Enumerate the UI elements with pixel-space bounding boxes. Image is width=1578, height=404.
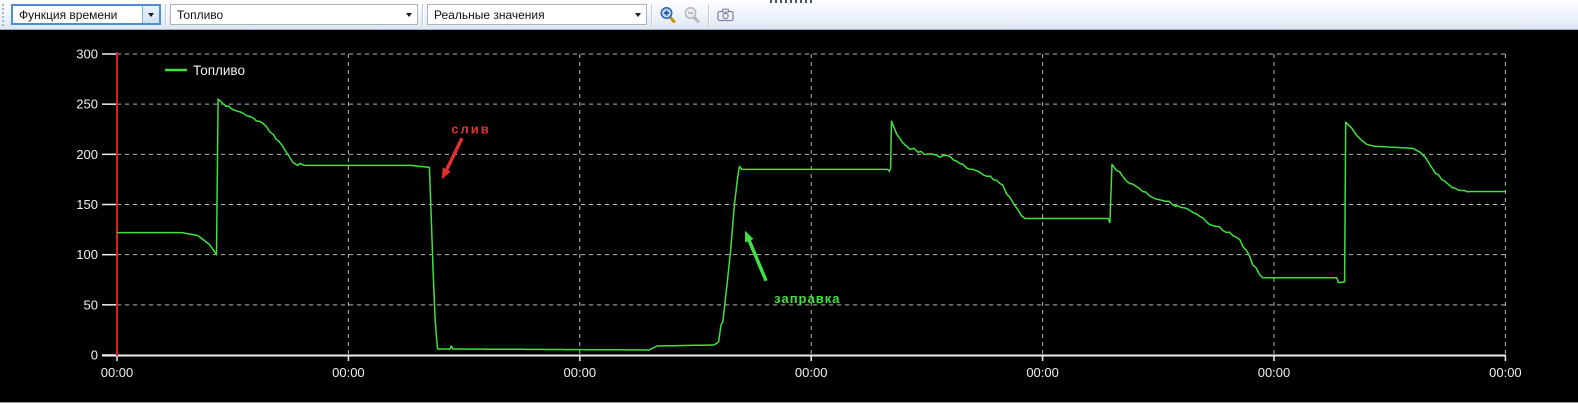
- annotation-refuel: заправка: [745, 231, 840, 306]
- toolbar-separator: [708, 4, 709, 26]
- splitter-dots-grip[interactable]: [770, 0, 814, 3]
- chevron-down-icon[interactable]: [142, 6, 159, 23]
- y-tick-label: 150: [76, 197, 98, 212]
- x-tick-label: 00:00: [101, 365, 134, 380]
- time-function-combobox[interactable]: Функция времени: [11, 4, 161, 25]
- y-tick-label: 50: [84, 297, 98, 312]
- zoom-in-button[interactable]: [656, 3, 680, 27]
- x-tick-label: 00:00: [1489, 365, 1522, 380]
- y-tick-label: 200: [76, 147, 98, 162]
- y-tick-label: 250: [76, 97, 98, 112]
- chart-canvas[interactable]: 0 50 100 150 200 250 300 00:00 00:00 00:00 00:00 00…: [0, 30, 1578, 402]
- chart-axes: 0 50 100 150 200 250 300 00:00 00:00 00:00 00:00 00…: [76, 47, 1521, 381]
- values-mode-combobox-value: Реальные значения: [428, 8, 630, 22]
- x-tick-label: 00:00: [332, 365, 365, 380]
- values-mode-combobox[interactable]: Реальные значения: [427, 4, 647, 25]
- toolbar: Функция времени Топливо Реальные значени…: [0, 0, 1578, 30]
- snapshot-button[interactable]: [713, 3, 737, 27]
- x-tick-label: 00:00: [1258, 365, 1291, 380]
- x-tick-label: 00:00: [795, 365, 828, 380]
- annotation-text: слив: [451, 121, 490, 136]
- toolbar-separator: [165, 4, 166, 26]
- toolbar-separator: [422, 4, 423, 26]
- chart-legend: Топливо: [165, 63, 245, 78]
- zoom-out-button[interactable]: [680, 3, 704, 27]
- toolbar-grip[interactable]: [2, 4, 8, 26]
- fuel-chart-panel: 0 50 100 150 200 250 300 00:00 00:00 00:00 00:00 00…: [0, 30, 1578, 403]
- annotation-drain: слив: [442, 121, 491, 179]
- camera-icon: [716, 6, 735, 24]
- x-tick-label: 00:00: [1026, 365, 1059, 380]
- magnifier-minus-icon: [683, 6, 701, 24]
- chart-grid: [117, 54, 1505, 355]
- time-function-combobox-value: Функция времени: [13, 8, 142, 22]
- x-tick-label: 00:00: [564, 365, 597, 380]
- y-tick-label: 300: [76, 47, 98, 62]
- parameter-combobox-value: Топливо: [171, 8, 401, 22]
- magnifier-plus-icon: [659, 6, 677, 24]
- toolbar-separator: [651, 4, 652, 26]
- parameter-combobox[interactable]: Топливо: [170, 4, 418, 25]
- y-tick-label: 100: [76, 247, 98, 262]
- legend-label: Топливо: [193, 63, 245, 78]
- chevron-down-icon[interactable]: [401, 5, 417, 24]
- chevron-down-icon[interactable]: [630, 5, 646, 24]
- y-tick-label: 0: [91, 348, 98, 363]
- annotation-text: заправка: [774, 291, 840, 306]
